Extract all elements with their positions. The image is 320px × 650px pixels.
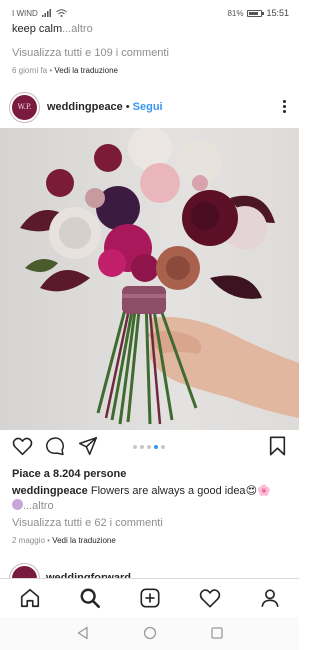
post-photo[interactable] — [0, 128, 299, 430]
header-separator: • — [125, 101, 130, 113]
search-icon[interactable] — [79, 587, 101, 609]
caption-emoji: 😍🌸 — [245, 485, 271, 497]
likes-count[interactable]: Piace a 8.204 persone — [12, 468, 126, 480]
carousel-indicator — [133, 445, 165, 449]
previous-post-meta: 6 giorni fa • Vedi la traduzione — [12, 66, 119, 75]
signal-icon — [41, 9, 51, 17]
post-date: 2 maggio — [12, 536, 45, 545]
system-navigation-bar — [0, 617, 299, 650]
carousel-dot — [140, 445, 144, 449]
bottom-tab-bar — [0, 578, 299, 616]
previous-view-comments-link[interactable]: Visualizza tutti e 109 i commenti — [12, 47, 169, 59]
previous-post-caption: keep calm...altro — [12, 22, 292, 36]
activity-heart-icon[interactable] — [199, 587, 221, 609]
carrier-label: I WIND — [12, 8, 38, 18]
post-meta: 2 maggio • Vedi la traduzione — [12, 536, 116, 545]
previous-caption-text: keep calm — [12, 23, 63, 35]
home-icon[interactable] — [19, 587, 41, 609]
caption-username[interactable]: weddingpeace — [12, 485, 88, 497]
battery-icon — [247, 9, 265, 17]
previous-translate-link[interactable]: Vedi la traduzione — [54, 66, 118, 75]
bouquet-image — [20, 128, 299, 425]
caption-text: Flowers are always a good idea — [90, 485, 246, 497]
previous-post-age: 6 giorni fa — [12, 66, 48, 75]
recents-icon[interactable] — [210, 626, 224, 640]
heart-icon[interactable] — [12, 436, 33, 456]
avatar[interactable]: W.P. — [10, 92, 39, 122]
back-icon[interactable] — [76, 626, 90, 640]
battery-percent: 81% — [227, 8, 244, 18]
carousel-dot — [133, 445, 137, 449]
avatar-monogram: W.P. — [17, 103, 32, 111]
carousel-dot — [154, 445, 158, 449]
home-circle-icon[interactable] — [143, 626, 157, 640]
carousel-dot — [147, 445, 151, 449]
caption-more-link[interactable]: ...altro — [23, 500, 54, 512]
send-icon[interactable] — [78, 436, 98, 456]
carousel-dot — [161, 445, 165, 449]
clock: 15:51 — [266, 8, 289, 18]
post-caption: weddingpeace Flowers are always a good i… — [12, 484, 294, 514]
status-right: 81% 15:51 — [227, 8, 289, 18]
previous-caption-more-link[interactable]: ...altro — [62, 23, 93, 35]
follow-button[interactable]: Segui — [133, 101, 163, 113]
post-header: W.P. weddingpeace • Segui — [0, 88, 299, 126]
caption-person-emoji-icon — [12, 499, 23, 510]
post-username[interactable]: weddingpeace — [47, 101, 123, 113]
next-post-header: weddingforward — [0, 560, 299, 578]
comment-icon[interactable] — [45, 436, 65, 456]
view-comments-link[interactable]: Visualizza tutti e 62 i commenti — [12, 517, 163, 529]
wifi-icon — [55, 9, 67, 17]
profile-icon[interactable] — [259, 587, 281, 609]
status-left: I WIND — [12, 9, 67, 18]
next-post-avatar[interactable] — [10, 564, 39, 578]
post-actions — [0, 436, 299, 460]
add-post-icon[interactable] — [139, 587, 161, 609]
bookmark-icon[interactable] — [269, 436, 286, 456]
more-options-icon[interactable] — [283, 100, 287, 114]
translate-link[interactable]: Vedi la traduzione — [52, 536, 116, 545]
